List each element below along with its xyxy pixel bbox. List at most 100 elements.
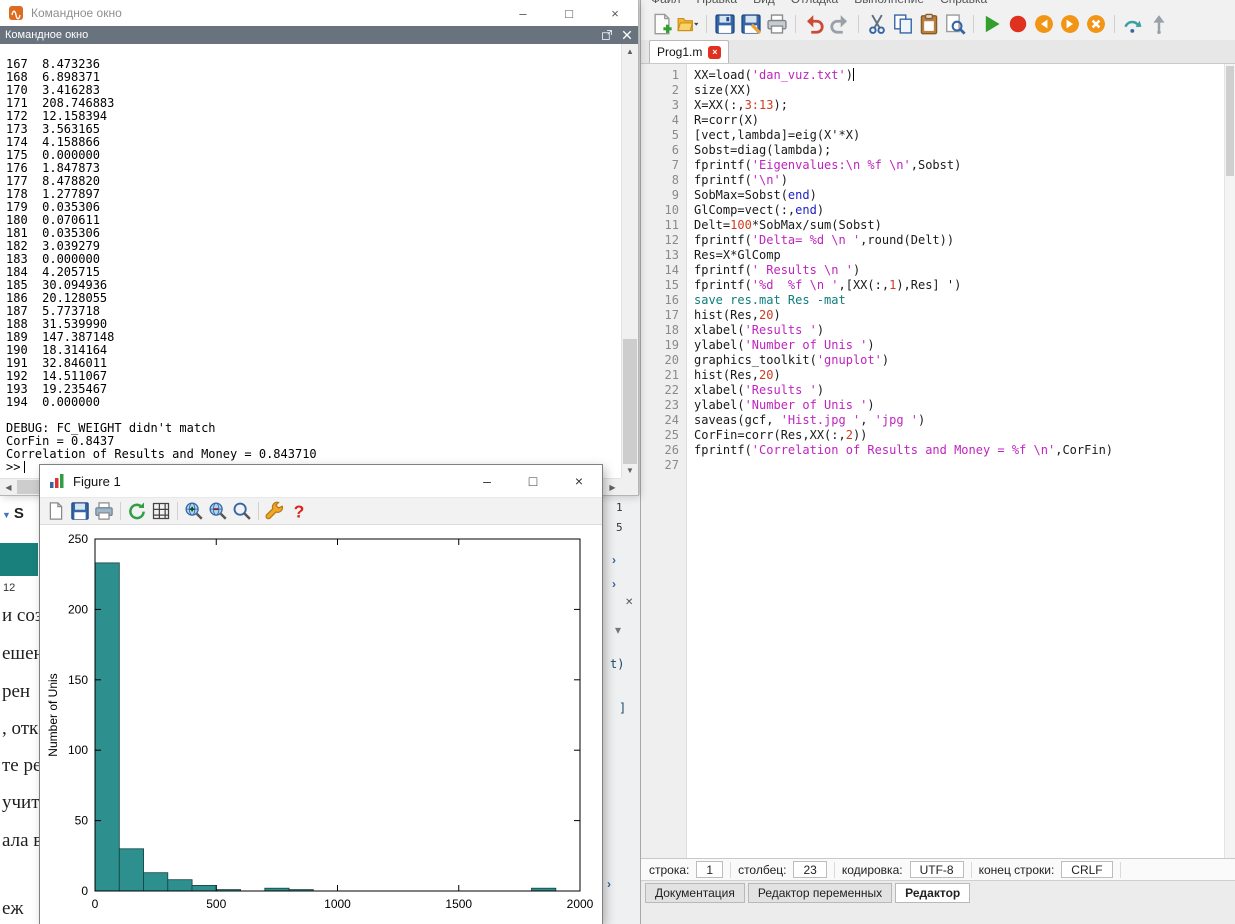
previous-breakpoint-icon[interactable] bbox=[1033, 13, 1055, 35]
occluded-fragment: ] bbox=[619, 701, 626, 715]
histogram-canvas[interactable]: 0500100015002000050100150200250Number of… bbox=[40, 526, 600, 924]
x-tick-label: 1000 bbox=[324, 897, 351, 911]
settings-wrench-icon[interactable] bbox=[265, 501, 285, 521]
tab-prog1[interactable]: Prog1.m × bbox=[649, 40, 729, 63]
menu-bar-items: Файл Правка Вид Отладка Выполнение Справ… bbox=[651, 0, 987, 6]
code-line: SobMax=Sobst(end) bbox=[694, 188, 1235, 203]
zoom-out-icon[interactable] bbox=[208, 501, 228, 521]
status-separator bbox=[834, 862, 835, 878]
maximize-button[interactable]: □ bbox=[546, 0, 592, 26]
menu-help[interactable]: Справка bbox=[940, 0, 987, 6]
toolbar-separator bbox=[1114, 15, 1115, 33]
next-breakpoint-icon[interactable] bbox=[1059, 13, 1081, 35]
minimize-button[interactable]: – bbox=[464, 465, 510, 497]
new-doc-icon[interactable] bbox=[46, 501, 66, 521]
maximize-button[interactable]: □ bbox=[510, 465, 556, 497]
find-icon[interactable] bbox=[944, 13, 966, 35]
toolbar-separator bbox=[120, 502, 121, 520]
status-line-label: строка: bbox=[649, 863, 689, 877]
refresh-icon[interactable] bbox=[127, 501, 147, 521]
close-button[interactable]: × bbox=[592, 0, 638, 26]
occluded-fragment: 1 bbox=[616, 501, 623, 514]
line-number: 26 bbox=[641, 443, 679, 458]
code-area[interactable]: XX=load('dan_vuz.txt')size(XX)X=XX(:,3:1… bbox=[687, 64, 1235, 858]
editor-scrollbar[interactable] bbox=[1224, 64, 1235, 858]
code-line: fprintf('Eigenvalues:\n %f \n',Sobst) bbox=[694, 158, 1235, 173]
y-tick-label: 200 bbox=[68, 602, 88, 616]
spreadsheet-selected-cell bbox=[0, 543, 38, 576]
bottom-tab-editor[interactable]: Редактор bbox=[895, 883, 970, 903]
status-col-value: 23 bbox=[793, 861, 826, 878]
remove-breakpoints-icon[interactable] bbox=[1085, 13, 1107, 35]
prompt-label: >> bbox=[6, 460, 20, 474]
redo-icon[interactable] bbox=[829, 13, 851, 35]
undo-icon[interactable] bbox=[803, 13, 825, 35]
scroll-right-icon[interactable]: ▶ bbox=[604, 479, 621, 495]
figure-plot[interactable]: 0500100015002000050100150200250Number of… bbox=[40, 526, 602, 924]
menu-edit[interactable]: Правка bbox=[697, 0, 738, 6]
bottom-tab-variable-editor[interactable]: Редактор переменных bbox=[748, 883, 892, 903]
dock-icon[interactable] bbox=[601, 29, 613, 41]
scrollbar-thumb[interactable] bbox=[623, 339, 637, 464]
line-number: 7 bbox=[641, 158, 679, 173]
menu-run[interactable]: Выполнение bbox=[854, 0, 924, 6]
close-icon[interactable] bbox=[621, 29, 633, 41]
run-icon[interactable] bbox=[981, 13, 1003, 35]
new-script-icon[interactable] bbox=[651, 13, 673, 35]
save-icon[interactable] bbox=[714, 13, 736, 35]
step-out-icon[interactable] bbox=[1148, 13, 1170, 35]
autoscale-icon[interactable] bbox=[232, 501, 252, 521]
editor-scrollbar-thumb[interactable] bbox=[1226, 66, 1234, 176]
menu-file[interactable]: Файл bbox=[651, 0, 681, 6]
print-icon[interactable] bbox=[766, 13, 788, 35]
status-encoding-value: UTF-8 bbox=[910, 861, 964, 878]
scroll-down-icon[interactable]: ▼ bbox=[622, 463, 638, 478]
print-figure-icon[interactable] bbox=[94, 501, 114, 521]
code-line: R=corr(X) bbox=[694, 113, 1235, 128]
console-line: 194 0.000000 bbox=[6, 396, 621, 409]
occluded-fragment: › bbox=[612, 577, 616, 591]
command-dock-header[interactable]: Командное окно bbox=[0, 26, 638, 44]
line-number: 10 bbox=[641, 203, 679, 218]
toolbar-separator bbox=[973, 15, 974, 33]
occluded-fragment: › bbox=[612, 553, 616, 567]
histogram-bar bbox=[144, 873, 168, 891]
code-editor[interactable]: 1234567891011121314151617181920212223242… bbox=[641, 64, 1235, 858]
code-line: X=XX(:,3:13); bbox=[694, 98, 1235, 113]
menu-debug[interactable]: Отладка bbox=[791, 0, 838, 6]
command-output-area[interactable]: 167 8.473236168 6.898371170 3.416283171 … bbox=[0, 44, 621, 478]
y-axis-label: Number of Unis bbox=[46, 673, 60, 756]
open-file-icon[interactable] bbox=[677, 13, 699, 35]
close-button[interactable]: × bbox=[556, 465, 602, 497]
text-caret bbox=[24, 461, 25, 473]
word-fragment: ала в bbox=[2, 830, 42, 852]
save-figure-icon[interactable] bbox=[70, 501, 90, 521]
main-toolbar bbox=[641, 8, 1235, 40]
copy-icon[interactable] bbox=[892, 13, 914, 35]
line-number: 14 bbox=[641, 263, 679, 278]
paste-icon[interactable] bbox=[918, 13, 940, 35]
step-over-icon[interactable] bbox=[1122, 13, 1144, 35]
octave-editor-window: Файл Правка Вид Отладка Выполнение Справ… bbox=[640, 0, 1235, 924]
code-line: Res=X*GlComp bbox=[694, 248, 1235, 263]
cut-icon[interactable] bbox=[866, 13, 888, 35]
save-as-icon[interactable] bbox=[740, 13, 762, 35]
menu-view[interactable]: Вид bbox=[753, 0, 775, 6]
figure-titlebar[interactable]: Figure 1 – □ × bbox=[40, 465, 602, 497]
grid-icon[interactable] bbox=[151, 501, 171, 521]
bottom-tab-documentation[interactable]: Документация bbox=[645, 883, 745, 903]
command-window-titlebar[interactable]: Командное окно – □ × bbox=[0, 0, 638, 26]
help-icon[interactable]: ? bbox=[289, 501, 309, 521]
y-tick-label: 100 bbox=[68, 743, 88, 757]
y-tick-label: 0 bbox=[81, 884, 88, 898]
tab-close-icon[interactable]: × bbox=[708, 46, 721, 59]
scroll-left-icon[interactable]: ◀ bbox=[0, 479, 17, 495]
zoom-in-icon[interactable] bbox=[184, 501, 204, 521]
minimize-button[interactable]: – bbox=[500, 0, 546, 26]
command-vertical-scrollbar[interactable]: ▲ ▼ bbox=[621, 44, 638, 478]
editor-caret bbox=[853, 68, 854, 81]
toggle-breakpoint-icon[interactable] bbox=[1007, 13, 1029, 35]
dock-header-controls bbox=[601, 29, 633, 41]
scroll-up-icon[interactable]: ▲ bbox=[622, 44, 638, 59]
line-number: 12 bbox=[641, 233, 679, 248]
